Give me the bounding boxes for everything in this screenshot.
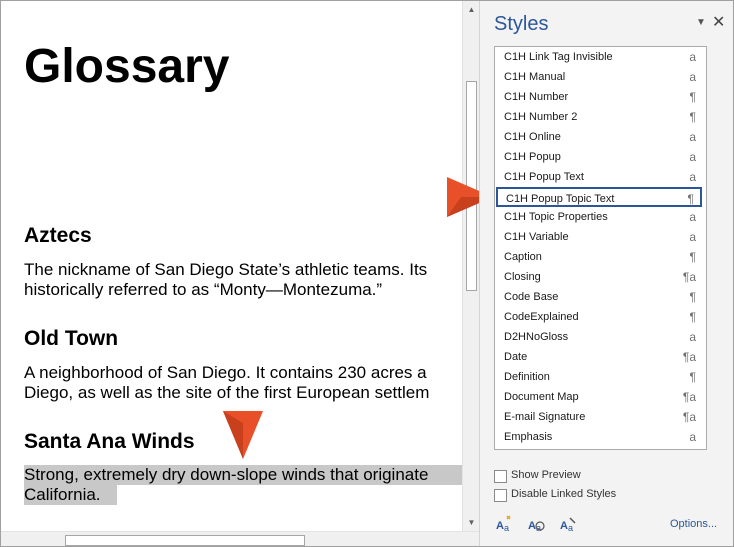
- style-type-icon: a: [689, 50, 696, 64]
- glossary-definition-line: The nickname of San Diego State’s athlet…: [24, 260, 428, 279]
- style-type-icon: ¶: [689, 250, 696, 264]
- style-name: C1H Popup Topic Text: [506, 193, 615, 205]
- scroll-thumb[interactable]: [65, 535, 305, 546]
- scroll-down-icon[interactable]: ▼: [463, 514, 480, 531]
- svg-text:a: a: [568, 523, 573, 533]
- style-type-icon: ¶: [689, 370, 696, 384]
- close-icon[interactable]: ✕: [712, 12, 725, 32]
- style-item[interactable]: C1H Popup a: [496, 147, 702, 167]
- style-item[interactable]: D2HNoGloss a: [496, 327, 702, 347]
- glossary-definition-line: historically referred to as “Monty—Monte…: [24, 280, 383, 299]
- glossary-term: Santa Ana Winds: [24, 430, 195, 453]
- checkbox-label: Disable Linked Styles: [511, 488, 617, 500]
- style-type-icon: a: [689, 150, 696, 164]
- style-item[interactable]: Document Map ¶a: [496, 387, 702, 407]
- style-item[interactable]: C1H Topic Properties a: [496, 207, 702, 227]
- selected-text-line[interactable]: California.: [24, 485, 117, 505]
- style-name: D2HNoGloss: [504, 331, 569, 343]
- style-type-icon: ¶: [689, 290, 696, 304]
- scroll-up-icon[interactable]: ▲: [463, 1, 480, 18]
- checkbox-label: Show Preview: [511, 469, 581, 481]
- style-name: Document Map: [504, 391, 579, 403]
- style-name: E-mail Signature: [504, 411, 586, 423]
- style-type-icon: ¶: [689, 310, 696, 324]
- style-type-icon: a: [689, 210, 696, 224]
- style-item[interactable]: C1H Online a: [496, 127, 702, 147]
- styles-pane: Styles ▼ ✕ C1H Link Tag Invisible a C1H Ma…: [479, 1, 733, 546]
- style-item[interactable]: Caption ¶: [496, 247, 702, 267]
- style-type-icon: ¶a: [682, 350, 696, 364]
- styles-pane-title: Styles: [494, 13, 549, 35]
- svg-text:A: A: [560, 520, 568, 532]
- style-inspector-icon[interactable]: Aa: [526, 514, 546, 534]
- style-name: Definition: [504, 371, 550, 383]
- style-name: Code Base: [504, 291, 559, 303]
- style-name: C1H Link Tag Invisible: [504, 51, 613, 63]
- style-type-icon: ¶a: [682, 270, 696, 284]
- style-name: Emphasis: [504, 431, 553, 443]
- glossary-term: Old Town: [24, 327, 119, 350]
- style-item[interactable]: C1H Popup Topic Text ¶: [496, 187, 702, 207]
- selected-text-line[interactable]: Strong, extremely dry down-slope winds t…: [24, 465, 462, 485]
- style-item[interactable]: Definition ¶: [496, 367, 702, 387]
- style-type-icon: ¶a: [682, 390, 696, 404]
- style-name: Closing: [504, 271, 541, 283]
- style-name: C1H Online: [504, 131, 561, 143]
- style-name: C1H Variable: [504, 231, 569, 243]
- style-item[interactable]: C1H Manual a: [496, 67, 702, 87]
- svg-text:A: A: [496, 520, 504, 532]
- word-window: Glossary Aztecs The nickname of San Dieg…: [0, 0, 734, 547]
- vertical-scrollbar[interactable]: ▲ ▼: [462, 1, 480, 531]
- style-name: Date: [504, 351, 528, 363]
- style-type-icon: ¶: [689, 110, 696, 124]
- style-name: C1H Number: [504, 91, 569, 103]
- horizontal-scrollbar[interactable]: [1, 531, 479, 546]
- svg-text:a: a: [504, 523, 509, 533]
- style-type-icon: a: [689, 430, 696, 444]
- style-item[interactable]: C1H Variable a: [496, 227, 702, 247]
- style-type-icon: ¶a: [682, 410, 696, 424]
- style-item[interactable]: C1H Popup Text a: [496, 167, 702, 187]
- style-item[interactable]: Emphasis a: [496, 427, 702, 447]
- style-item[interactable]: Closing ¶a: [496, 267, 702, 287]
- checkbox-box[interactable]: [494, 489, 507, 502]
- style-type-icon: a: [689, 70, 696, 84]
- show-preview-checkbox[interactable]: Show Preview: [494, 468, 733, 484]
- style-name: C1H Popup: [504, 151, 561, 163]
- style-item[interactable]: E-mail Signature ¶a: [496, 407, 702, 427]
- styles-list[interactable]: C1H Link Tag Invisible a C1H Manual a C1H Nu…: [494, 46, 707, 450]
- checkbox-box[interactable]: [494, 470, 507, 483]
- style-item[interactable]: C1H Link Tag Invisible a: [496, 47, 702, 67]
- glossary-term: Aztecs: [24, 224, 92, 247]
- style-name: C1H Manual: [504, 71, 566, 83]
- style-name: C1H Topic Properties: [504, 211, 608, 223]
- manage-styles-icon[interactable]: Aa: [558, 514, 578, 534]
- style-type-icon: a: [689, 330, 696, 344]
- style-type-icon: ¶: [689, 90, 696, 104]
- callout-arrow-down-icon: [223, 411, 263, 459]
- style-type-icon: ¶: [687, 192, 694, 206]
- style-item[interactable]: Code Base ¶: [496, 287, 702, 307]
- glossary-definition-line: A neighborhood of San Diego. It contains…: [24, 363, 427, 382]
- style-item[interactable]: C1H Number ¶: [496, 87, 702, 107]
- disable-linked-styles-checkbox[interactable]: Disable Linked Styles: [494, 487, 733, 503]
- style-item[interactable]: Date ¶a: [496, 347, 702, 367]
- style-name: C1H Number 2: [504, 111, 578, 123]
- style-type-icon: a: [689, 170, 696, 184]
- style-item[interactable]: C1H Number 2 ¶: [496, 107, 702, 127]
- style-type-icon: a: [689, 130, 696, 144]
- svg-text:A: A: [528, 520, 536, 532]
- pane-options-dropdown-icon[interactable]: ▼: [696, 17, 706, 28]
- options-link[interactable]: Options...: [670, 518, 717, 530]
- new-style-icon[interactable]: Aa: [494, 514, 514, 534]
- style-name: CodeExplained: [504, 311, 579, 323]
- document-canvas[interactable]: Glossary Aztecs The nickname of San Dieg…: [1, 1, 462, 531]
- style-item[interactable]: CodeExplained ¶: [496, 307, 702, 327]
- page-title: Glossary: [24, 40, 230, 93]
- glossary-definition-line: Diego, as well as the site of the first …: [24, 383, 430, 402]
- style-name: Caption: [504, 251, 542, 263]
- style-name: C1H Popup Text: [504, 171, 584, 183]
- style-type-icon: a: [689, 230, 696, 244]
